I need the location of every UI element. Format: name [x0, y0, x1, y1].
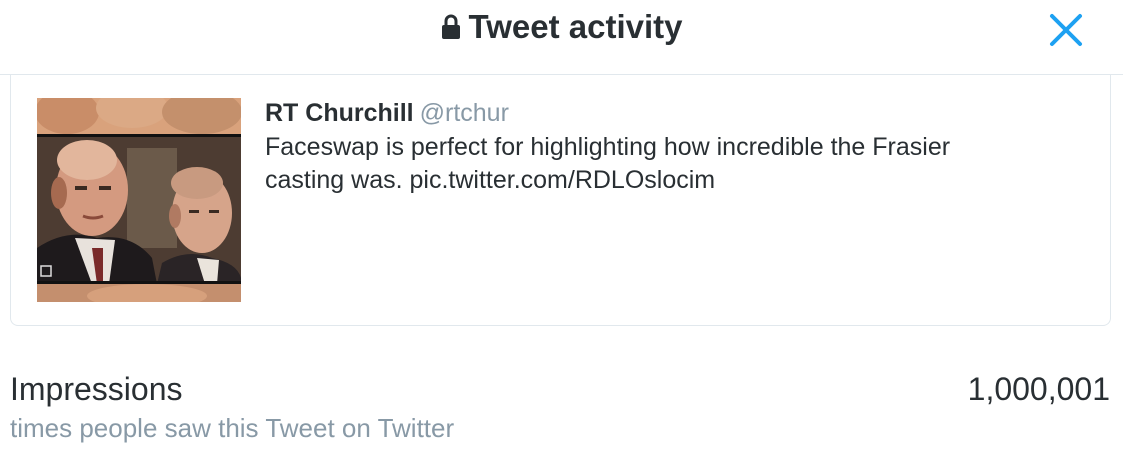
tweet-card[interactable]: RT Churchill @rtchur Faceswap is perfect …: [10, 74, 1111, 326]
tweet-text-line-1: Faceswap is perfect for highlighting how…: [265, 133, 951, 161]
impressions-description: times people saw this Tweet on Twitter: [10, 413, 455, 443]
header-bar: Tweet activity: [0, 0, 1123, 75]
tweet-media-thumbnail[interactable]: [37, 98, 241, 302]
impressions-label: Impressions: [10, 371, 183, 407]
impressions-value: 1,000,001: [967, 371, 1110, 407]
author-handle[interactable]: @rtchur: [420, 99, 509, 127]
close-icon[interactable]: [1046, 10, 1086, 50]
tweet-activity-page: Tweet activity RT Churchill @rtchur Face…: [0, 0, 1123, 462]
lock-icon: [441, 14, 460, 39]
author-line: RT Churchill @rtchur: [265, 96, 1085, 130]
tweet-text-line-2: casting was. pic.twitter.com/RDLOslocim: [265, 166, 716, 194]
media-image: [37, 98, 241, 302]
page-title-text: Tweet activity: [468, 8, 683, 45]
author-name[interactable]: RT Churchill: [265, 99, 414, 127]
page-title: Tweet activity: [0, 8, 1123, 46]
tweet-text: Faceswap is perfect for highlighting how…: [265, 131, 1085, 197]
impressions-row: Impressions times people saw this Tweet …: [0, 356, 1123, 456]
tweet-body: RT Churchill @rtchur Faceswap is perfect …: [265, 96, 1085, 197]
